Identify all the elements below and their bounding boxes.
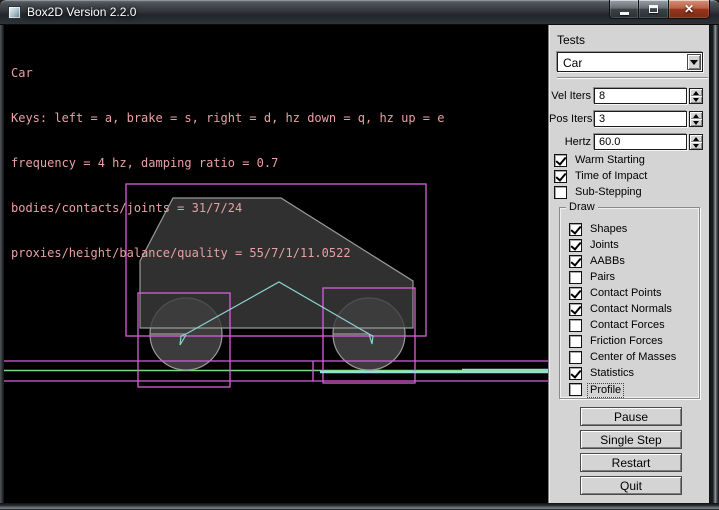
checkbox-box — [569, 367, 582, 380]
hertz-stepper[interactable] — [689, 134, 703, 150]
close-icon: ✕ — [684, 0, 694, 19]
checkbox-box — [569, 319, 582, 332]
draw-group-label: Draw — [566, 201, 598, 213]
tests-label: Tests — [557, 33, 585, 47]
draw-group: Draw Shapes Joints AABBs Pairs Contact P… — [559, 207, 700, 399]
check-icon — [570, 303, 581, 315]
titlebar[interactable]: Box2D Version 2.2.0 ✕ — [0, 0, 719, 25]
hud-line: proxies/height/balance/quality = 55/7/1/… — [11, 246, 444, 261]
checkbox-box — [554, 186, 567, 199]
checkbox-box — [554, 170, 567, 183]
checkbox-label: Time of Impact — [575, 170, 647, 183]
window-frame-right — [709, 25, 719, 503]
spinner-down-icon — [693, 121, 699, 125]
vel-iters-row: Vel Iters — [549, 88, 710, 104]
checkbox-box — [569, 335, 582, 348]
checkbox-box — [569, 287, 582, 300]
checkbox-label: Pairs — [590, 271, 615, 284]
quit-button[interactable]: Quit — [580, 476, 682, 495]
checkbox-label: Profile — [587, 383, 624, 398]
check-icon — [555, 170, 566, 182]
chevron-down-icon — [690, 60, 698, 65]
checkbox-box — [569, 255, 582, 268]
hud-line: Car — [11, 66, 444, 81]
window-title: Box2D Version 2.2.0 — [27, 5, 136, 19]
pause-button[interactable]: Pause — [580, 407, 682, 426]
checkbox-label: Sub-Stepping — [575, 186, 642, 199]
spinner-down-icon — [693, 98, 699, 102]
checkbox-label: Friction Forces — [590, 335, 663, 348]
vel-iters-stepper[interactable] — [689, 88, 703, 104]
vel-iters-input[interactable] — [594, 88, 687, 104]
checkbox-box — [569, 383, 582, 396]
window-frame-bottom — [0, 503, 719, 510]
spinner-down-button[interactable] — [690, 119, 702, 126]
pos-iters-stepper[interactable] — [689, 111, 703, 127]
maximize-icon — [649, 5, 658, 13]
checkbox-label: Center of Masses — [590, 351, 676, 364]
checkbox-box — [554, 154, 567, 167]
check-icon — [570, 255, 581, 267]
check-icon — [570, 287, 581, 299]
control-panel: Tests Car Vel Iters Pos Iters He — [548, 25, 709, 503]
checkbox-label: Statistics — [590, 367, 634, 380]
pos-iters-label: Pos Iters — [549, 113, 591, 125]
checkbox-box — [569, 239, 582, 252]
spinner-down-button[interactable] — [690, 142, 702, 149]
spinner-up-button[interactable] — [690, 89, 702, 96]
checkbox-label: Contact Forces — [590, 319, 665, 332]
minimize-icon — [620, 12, 629, 15]
hud-text: Car Keys: left = a, brake = s, right = d… — [11, 36, 444, 291]
spinner-up-icon — [693, 137, 699, 141]
checkbox-box — [569, 303, 582, 316]
pos-iters-input[interactable] — [594, 111, 687, 127]
checkbox-box — [569, 223, 582, 236]
app-icon — [8, 6, 21, 19]
checkbox-box — [569, 351, 582, 364]
checkbox-label: Contact Normals — [590, 303, 672, 316]
hertz-label: Hertz — [549, 136, 591, 148]
checkbox-label: Joints — [590, 239, 619, 252]
single-step-button[interactable]: Single Step — [580, 430, 682, 449]
caption-buttons: ✕ — [609, 0, 710, 19]
tests-dropdown[interactable]: Car — [557, 52, 703, 72]
close-button[interactable]: ✕ — [668, 0, 710, 19]
spinner-up-button[interactable] — [690, 112, 702, 119]
check-icon — [555, 154, 566, 166]
hud-line: Keys: left = a, brake = s, right = d, hz… — [11, 111, 444, 126]
minimize-button[interactable] — [609, 0, 639, 19]
check-icon — [570, 223, 581, 235]
simulation-canvas[interactable]: Car Keys: left = a, brake = s, right = d… — [4, 25, 548, 503]
check-icon — [570, 367, 581, 379]
dropdown-arrow-button[interactable] — [687, 54, 701, 70]
hertz-input[interactable] — [594, 134, 687, 150]
check-icon — [570, 239, 581, 251]
hud-line: frequency = 4 hz, damping ratio = 0.7 — [11, 156, 444, 171]
checkbox-box — [569, 271, 582, 284]
vel-iters-label: Vel Iters — [549, 90, 591, 102]
checkbox-label: Contact Points — [590, 287, 662, 300]
spinner-up-icon — [693, 91, 699, 95]
tests-dropdown-value: Car — [563, 56, 582, 70]
pos-iters-row: Pos Iters — [549, 111, 710, 127]
spinner-up-icon — [693, 114, 699, 118]
maximize-button[interactable] — [639, 0, 668, 19]
spinner-down-icon — [693, 144, 699, 148]
separator — [557, 77, 708, 79]
hud-line: bodies/contacts/joints = 31/7/24 — [11, 201, 444, 216]
app-window: Box2D Version 2.2.0 ✕ — [0, 0, 719, 510]
restart-button[interactable]: Restart — [580, 453, 682, 472]
checkbox-label: Shapes — [590, 223, 627, 236]
hertz-row: Hertz — [549, 134, 710, 150]
spinner-down-button[interactable] — [690, 96, 702, 103]
checkbox-label: AABBs — [590, 255, 625, 268]
spinner-up-button[interactable] — [690, 135, 702, 142]
checkbox-label: Warm Starting — [575, 154, 645, 167]
